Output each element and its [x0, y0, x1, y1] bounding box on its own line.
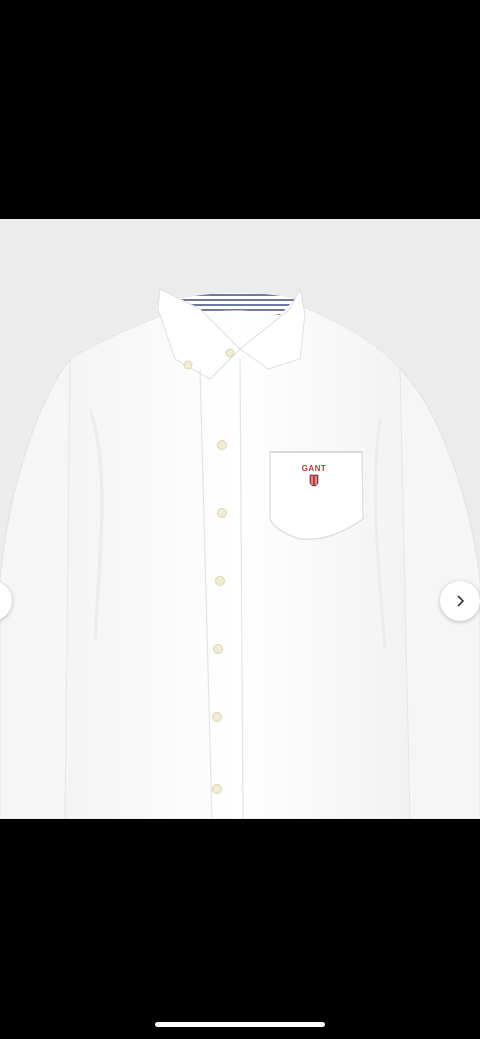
next-image-button[interactable] [440, 581, 480, 621]
product-image-viewer[interactable]: GANT [0, 219, 480, 819]
home-indicator[interactable] [155, 1022, 325, 1027]
chevron-right-icon [457, 595, 465, 607]
brand-logo: GANT [296, 464, 332, 473]
brand-logo-text: GANT [301, 464, 327, 473]
product-image [0, 287, 480, 819]
